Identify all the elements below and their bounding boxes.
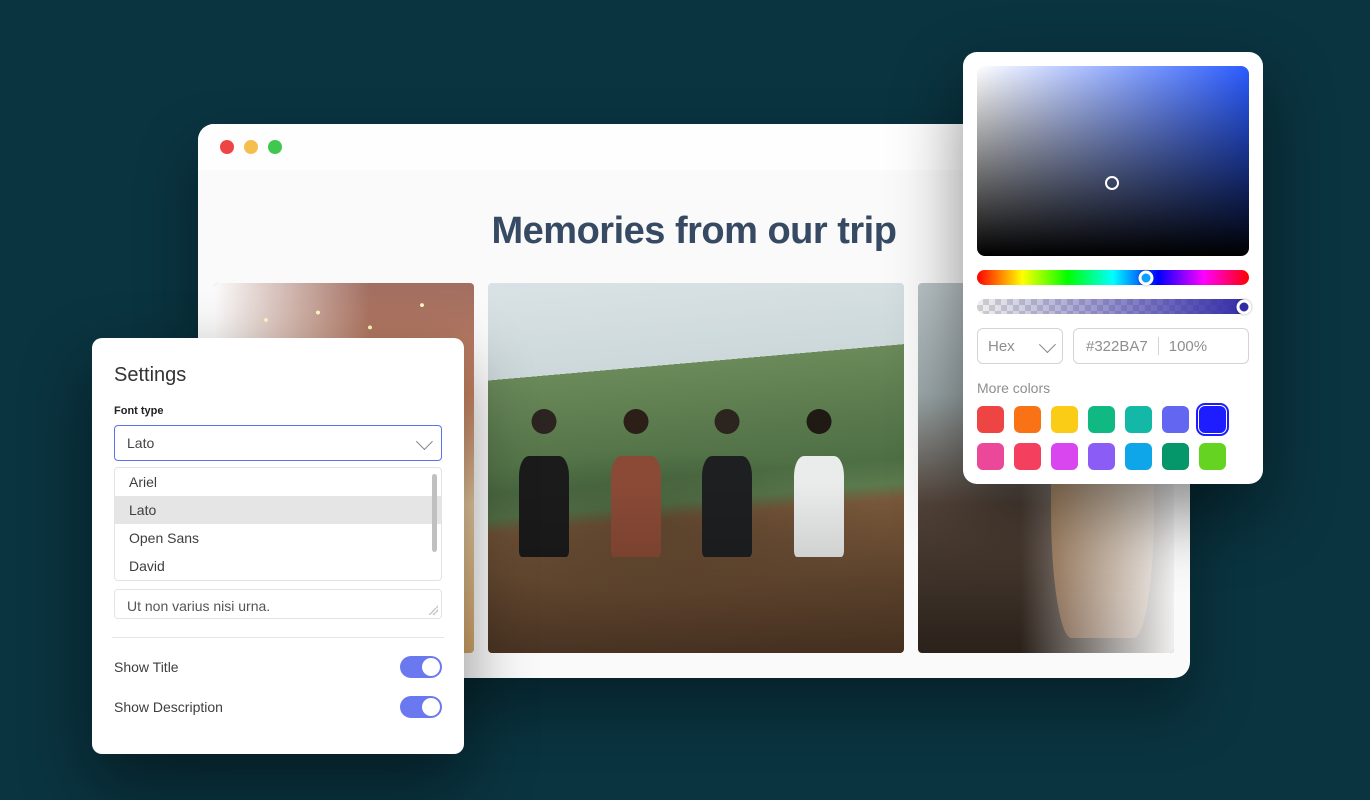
window-minimize-icon[interactable] (244, 140, 258, 154)
color-swatch[interactable] (1051, 443, 1078, 470)
settings-panel: Settings Font type Lato Ariel Lato Open … (92, 338, 464, 754)
font-option[interactable]: Lato (115, 496, 441, 524)
more-colors-label: More colors (977, 380, 1249, 396)
color-picker-panel: Hex #322BA7 100% More colors (963, 52, 1263, 484)
font-option[interactable]: Ariel (115, 468, 441, 496)
font-select-value: Lato (127, 435, 154, 451)
color-swatch[interactable] (1199, 406, 1226, 433)
window-close-icon[interactable] (220, 140, 234, 154)
color-swatch[interactable] (1088, 406, 1115, 433)
color-swatch[interactable] (1125, 406, 1152, 433)
show-title-label: Show Title (114, 659, 179, 675)
color-sv-handle[interactable] (1105, 176, 1119, 190)
show-title-toggle[interactable] (400, 656, 442, 678)
chevron-down-icon (416, 433, 433, 450)
hue-handle[interactable] (1138, 270, 1153, 285)
window-zoom-icon[interactable] (268, 140, 282, 154)
color-swatch[interactable] (977, 443, 1004, 470)
color-swatch[interactable] (1162, 406, 1189, 433)
alpha-handle[interactable] (1236, 299, 1251, 314)
gallery-image (488, 283, 904, 653)
swatch-grid (977, 406, 1249, 470)
font-select[interactable]: Lato (114, 425, 442, 461)
color-swatch[interactable] (1125, 443, 1152, 470)
color-swatch[interactable] (1199, 443, 1226, 470)
divider (112, 637, 444, 638)
color-swatch[interactable] (977, 406, 1004, 433)
color-mode-label: Hex (988, 338, 1015, 355)
color-swatch[interactable] (1162, 443, 1189, 470)
font-option[interactable]: Open Sans (115, 524, 441, 552)
color-swatch[interactable] (1014, 406, 1041, 433)
font-type-label: Font type (114, 405, 442, 417)
font-dropdown: Ariel Lato Open Sans David (114, 467, 442, 581)
hue-slider[interactable] (977, 270, 1249, 285)
color-mode-select[interactable]: Hex (977, 328, 1063, 364)
description-textarea[interactable]: Ut non varius nisi urna. (114, 589, 442, 619)
show-description-label: Show Description (114, 699, 223, 715)
show-description-toggle[interactable] (400, 696, 442, 718)
color-swatch[interactable] (1051, 406, 1078, 433)
hex-value: #322BA7 (1086, 338, 1148, 355)
color-value-input[interactable]: #322BA7 100% (1073, 328, 1249, 364)
chevron-down-icon (1039, 336, 1056, 353)
color-saturation-area[interactable] (977, 66, 1249, 256)
divider (1158, 337, 1159, 355)
font-option[interactable]: David (115, 552, 441, 580)
alpha-slider[interactable] (977, 299, 1249, 314)
settings-heading: Settings (114, 364, 442, 387)
opacity-value: 100% (1169, 338, 1207, 355)
color-swatch[interactable] (1014, 443, 1041, 470)
color-swatch[interactable] (1088, 443, 1115, 470)
